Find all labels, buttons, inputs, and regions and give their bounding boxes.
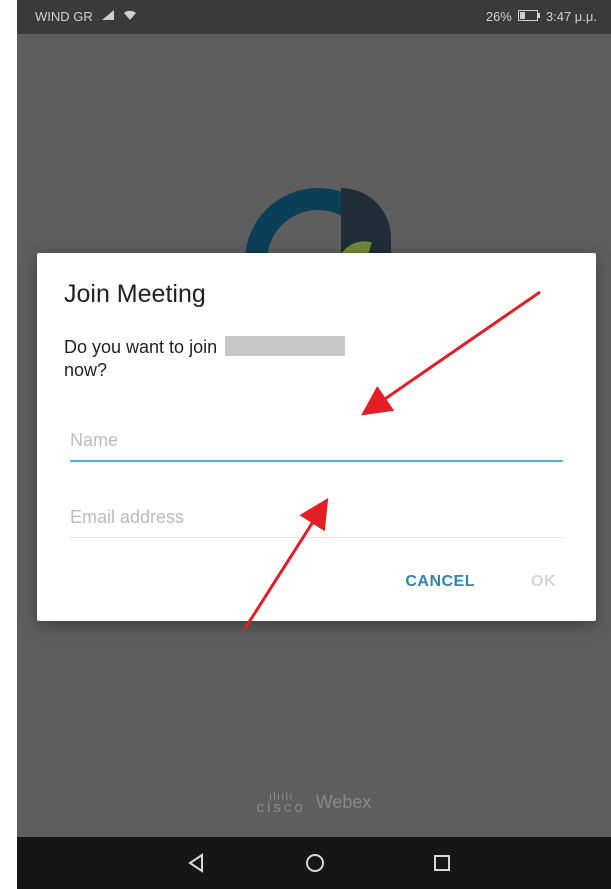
cisco-label: cisco bbox=[256, 799, 306, 816]
recents-icon bbox=[434, 855, 450, 871]
clock: 3:47 μ.μ. bbox=[545, 9, 597, 24]
home-icon bbox=[306, 854, 324, 872]
wifi-icon bbox=[123, 9, 137, 24]
back-button[interactable] bbox=[176, 847, 216, 879]
recents-button[interactable] bbox=[422, 847, 462, 879]
dialog-message: Do you want to join now? bbox=[64, 336, 484, 382]
redacted-meeting-name bbox=[225, 336, 346, 356]
message-prefix: Do you want to join bbox=[64, 337, 218, 357]
join-meeting-dialog: Join Meeting Do you want to join now? CA… bbox=[37, 253, 596, 621]
message-suffix: now? bbox=[64, 360, 108, 380]
carrier-label: WIND GR bbox=[35, 9, 93, 24]
name-input[interactable] bbox=[70, 420, 563, 462]
dialog-title: Join Meeting bbox=[64, 280, 206, 308]
webex-label: Webex bbox=[315, 791, 372, 812]
phone-screen: WIND GR 26% 3:47 μ.μ. Join Meeting Do yo… bbox=[17, 0, 611, 889]
dialog-actions: CANCEL OK bbox=[405, 573, 556, 591]
back-icon bbox=[188, 853, 203, 873]
battery-percent: 26% bbox=[485, 9, 512, 24]
status-right: 26% 3:47 μ.μ. bbox=[486, 9, 597, 24]
ok-button[interactable]: OK bbox=[531, 573, 556, 591]
cisco-logo: ılıılı cisco bbox=[256, 790, 306, 816]
signal-icon bbox=[101, 9, 115, 24]
status-bar: WIND GR 26% 3:47 μ.μ. bbox=[17, 0, 611, 34]
cancel-button[interactable]: CANCEL bbox=[405, 573, 475, 591]
email-input[interactable] bbox=[70, 497, 563, 538]
branding: ılıılı cisco Webex bbox=[17, 790, 611, 816]
home-button[interactable] bbox=[295, 847, 335, 879]
status-left: WIND GR bbox=[35, 9, 137, 24]
battery-icon bbox=[517, 9, 540, 24]
navigation-bar bbox=[17, 837, 611, 889]
